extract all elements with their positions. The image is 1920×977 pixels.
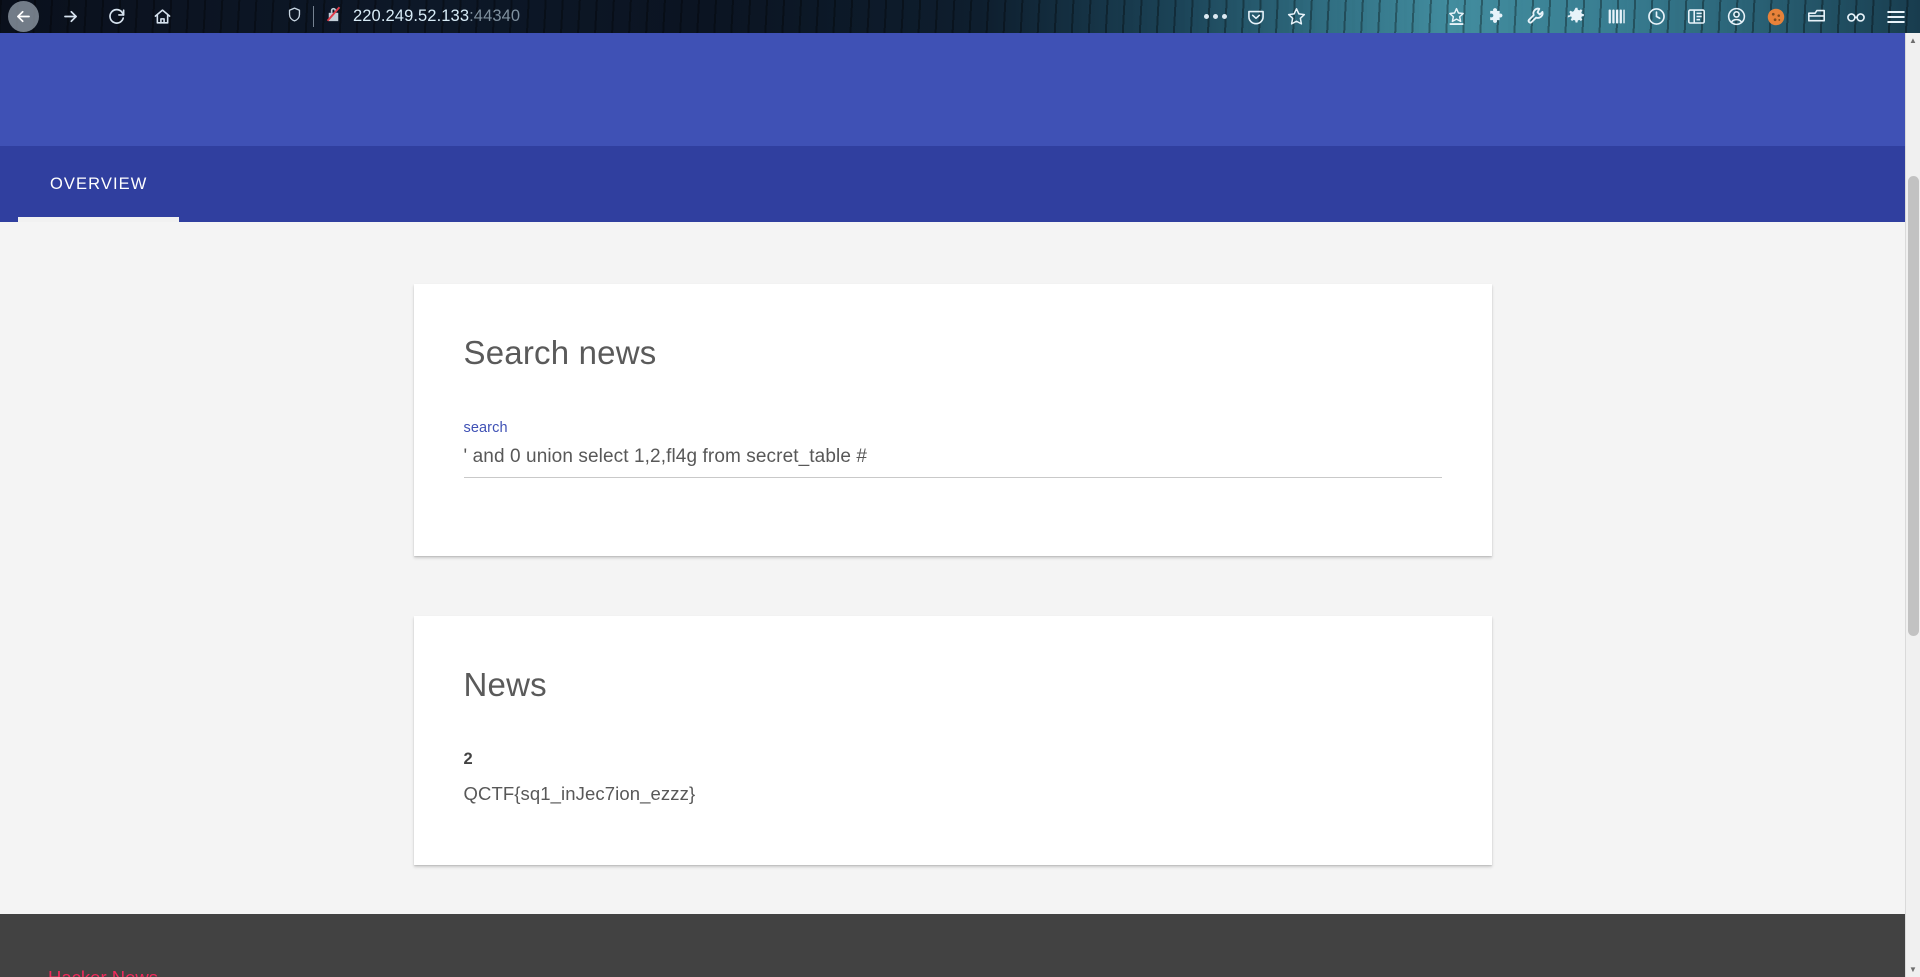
scrollbar-track[interactable]: [1906, 48, 1920, 962]
scrollbar-up-arrow[interactable]: ▲: [1906, 33, 1920, 48]
account-icon[interactable]: [1716, 2, 1756, 32]
news-card-title: News: [463, 666, 547, 703]
forward-button[interactable]: [55, 2, 85, 32]
reload-button[interactable]: [101, 2, 131, 32]
browser-toolbar: 220.249.52.133:44340: [0, 0, 1920, 33]
address-bar[interactable]: 220.249.52.133:44340: [286, 4, 520, 29]
app-header: [0, 33, 1905, 146]
hacker-news-link[interactable]: Hacker News: [48, 967, 158, 977]
vertical-scrollbar[interactable]: ▲ ▼: [1905, 33, 1920, 977]
home-button[interactable]: [147, 2, 177, 32]
bookmark-star-icon[interactable]: [1276, 2, 1316, 32]
main-content: Search news search News 2 QCTF{sq1_inJec…: [0, 222, 1905, 865]
save-to-collection-icon[interactable]: [1436, 2, 1476, 32]
wrench-icon[interactable]: [1516, 2, 1556, 32]
search-news-card: Search news search: [413, 284, 1492, 556]
app-menu-icon[interactable]: [1876, 2, 1916, 32]
news-item-id: 2: [463, 750, 473, 768]
container-tab-icon[interactable]: [1796, 2, 1836, 32]
url-port: :44340: [469, 7, 521, 25]
news-card: News 2 QCTF{sq1_inJec7ion_ezzz}: [413, 616, 1492, 865]
search-input[interactable]: [463, 446, 1442, 478]
gear-icon[interactable]: [1556, 2, 1596, 32]
extension-puzzle-icon[interactable]: [1476, 2, 1516, 32]
reader-view-icon[interactable]: [1676, 2, 1716, 32]
scrollbar-down-arrow[interactable]: ▼: [1906, 962, 1920, 977]
glasses-icon[interactable]: [1836, 2, 1876, 32]
scrollbar-thumb[interactable]: [1908, 176, 1919, 636]
navigation-buttons: [0, 1, 177, 32]
news-item: 2 QCTF{sq1_inJec7ion_ezzz}: [464, 750, 1442, 805]
search-card-title: Search news: [463, 334, 657, 371]
tab-bar: OVERVIEW: [0, 146, 1905, 222]
back-button[interactable]: [8, 1, 39, 32]
page-footer: Hacker News: [0, 914, 1905, 977]
news-item-body: QCTF{sq1_inJec7ion_ezzz}: [463, 783, 696, 804]
browser-toolbar-icons: [1194, 2, 1920, 32]
tab-overview[interactable]: OVERVIEW: [18, 146, 180, 222]
url-host: 220.249.52.133: [353, 7, 470, 25]
tab-overview-label: OVERVIEW: [50, 174, 148, 193]
url-text[interactable]: 220.249.52.133:44340: [353, 7, 520, 26]
pocket-icon[interactable]: [1236, 2, 1276, 32]
search-field-group: search: [463, 420, 1442, 478]
history-clock-icon[interactable]: [1636, 2, 1676, 32]
address-bar-separator: [313, 6, 314, 27]
page-actions-ellipsis-icon[interactable]: [1194, 2, 1236, 32]
search-field-label: search: [463, 420, 508, 436]
library-icon[interactable]: [1596, 2, 1636, 32]
cookie-icon[interactable]: [1756, 2, 1796, 32]
page-viewport: OVERVIEW Search news search News 2 QCTF{…: [0, 33, 1905, 977]
shield-icon[interactable]: [286, 5, 303, 29]
insecure-connection-icon[interactable]: [324, 4, 343, 29]
